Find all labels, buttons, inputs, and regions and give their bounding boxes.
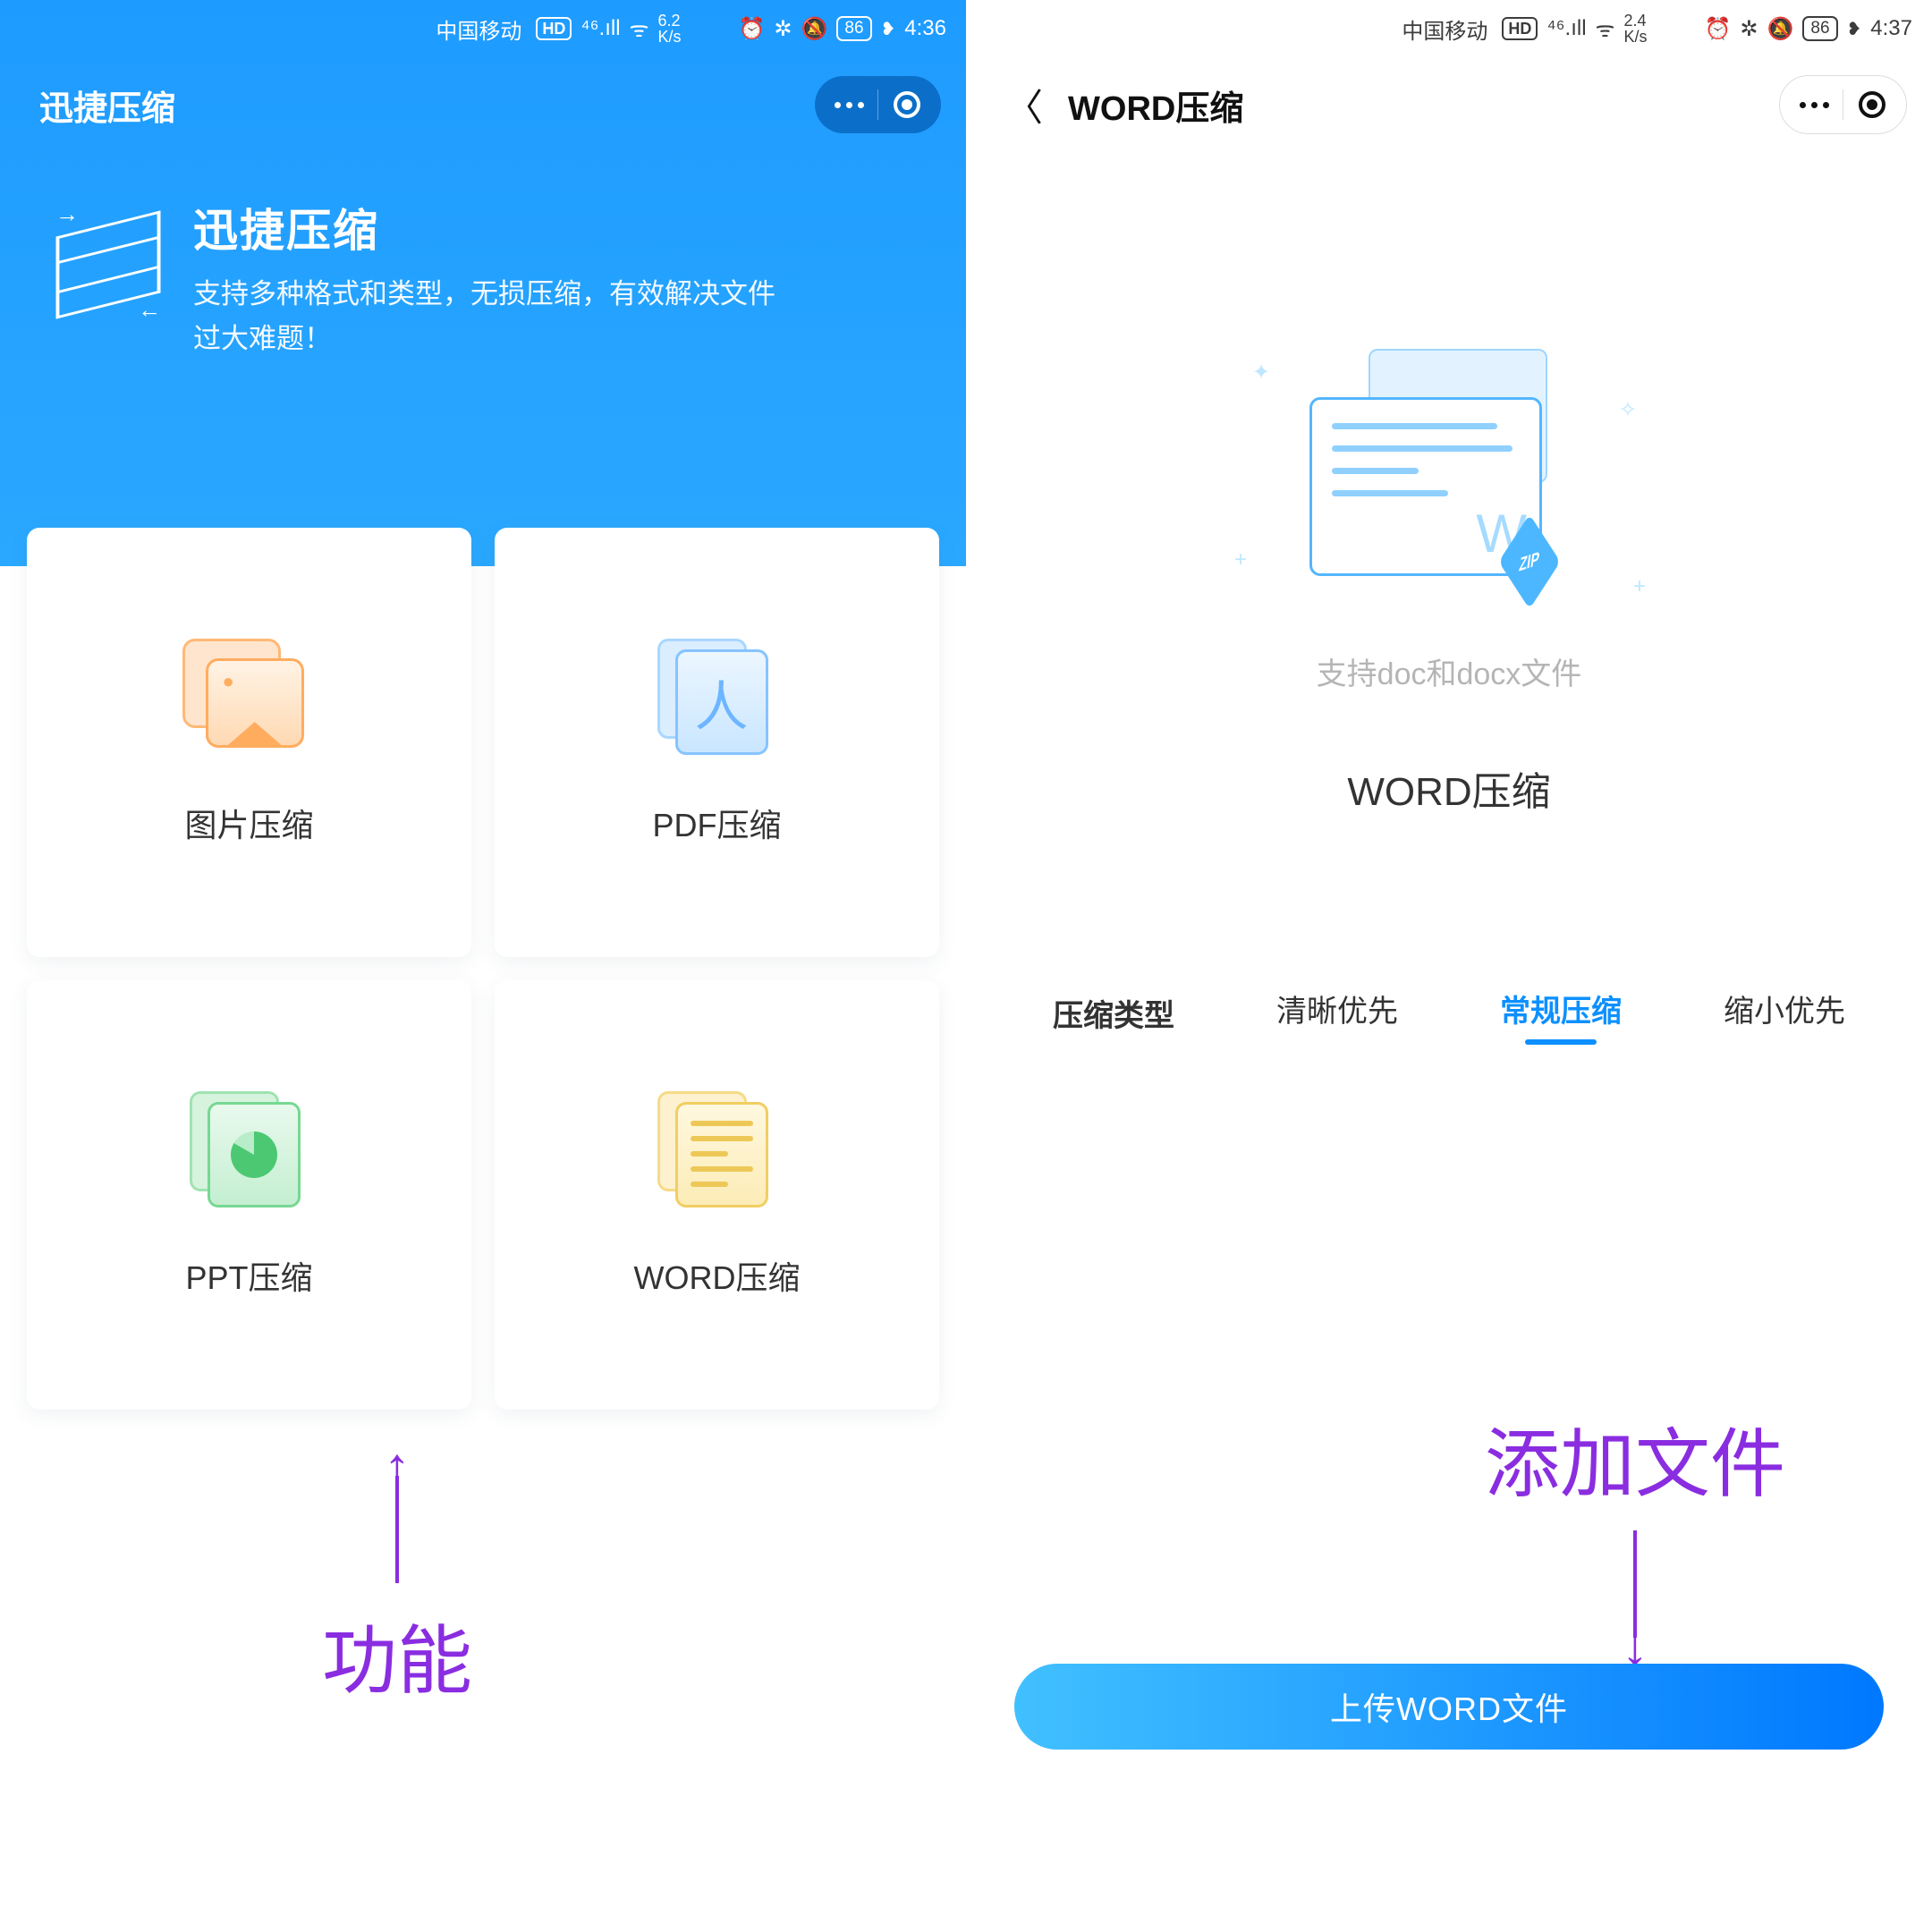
title-bar: 〈 WORD压缩 [966, 57, 1932, 152]
opt-smallest-first[interactable]: 缩小优先 [1724, 987, 1845, 1039]
battery-level: 86 [1802, 16, 1837, 41]
annotation-label: 功能 [322, 1601, 472, 1709]
card-label: PPT压缩 [185, 1252, 312, 1299]
annotation-add-file: 添加文件 ↓ [1485, 1404, 1785, 1674]
wifi-icon: ᯤ [1596, 14, 1615, 44]
upload-word-button[interactable]: 上传WORD文件 [1014, 1664, 1884, 1750]
bluetooth-icon: ✲ [1740, 16, 1758, 42]
hero-layers-icon: → ← [50, 204, 166, 320]
net-speed: 2.4K/s [1623, 13, 1647, 45]
mute-icon: 🔕 [1767, 16, 1793, 42]
alarm-icon: ⏰ [1704, 16, 1731, 42]
hd-badge: HD [536, 17, 572, 40]
header-gradient: 中国移动 HD ⁴⁶.ıll ᯤ 6.2K/s ⏰ ✲ 🔕 86 4:36 迅捷… [0, 0, 966, 566]
compress-type-label: 压缩类型 [1053, 991, 1174, 1035]
page-title: WORD压缩 [1068, 80, 1761, 130]
back-button[interactable]: 〈 [1005, 78, 1043, 132]
doc-illustration: ✦✧ ++ W ZIP [1270, 349, 1628, 617]
miniprogram-capsule [815, 76, 941, 133]
clock: 4:36 [904, 16, 946, 41]
compress-type-row: 压缩类型 清晰优先 常规压缩 缩小优先 [966, 987, 1932, 1039]
hero-title: 迅捷压缩 [193, 195, 801, 259]
wifi-icon: ᯤ [630, 14, 649, 44]
signal-icon: ⁴⁶.ıll [1546, 16, 1586, 41]
screen-word-compress: 中国移动 HD ⁴⁶.ıll ᯤ 2.4K/s ⏰ ✲ 🔕 86 4:37 〈 … [966, 0, 1932, 1932]
screen-home: 中国移动 HD ⁴⁶.ıll ᯤ 6.2K/s ⏰ ✲ 🔕 86 4:36 迅捷… [0, 0, 966, 1932]
support-text: 支持doc和docx文件 [966, 649, 1932, 693]
signal-icon: ⁴⁶.ıll [580, 16, 620, 41]
image-icon [182, 639, 317, 755]
word-icon [650, 1091, 784, 1208]
hd-badge: HD [1502, 17, 1538, 40]
annotation-label: 添加文件 [1485, 1404, 1785, 1513]
opt-clarity-first[interactable]: 清晰优先 [1276, 987, 1398, 1039]
ppt-icon [182, 1091, 317, 1208]
card-image-compress[interactable]: 图片压缩 [27, 528, 471, 957]
title-bar: 迅捷压缩 [0, 57, 966, 152]
alarm-icon: ⏰ [738, 16, 765, 42]
card-label: 图片压缩 [184, 800, 313, 846]
card-pdf-compress[interactable]: PDF压缩 [495, 528, 939, 957]
hero-subtitle: 支持多种格式和类型，无损压缩，有效解决文件过大难题！ [193, 272, 801, 360]
carrier: 中国移动 [436, 13, 521, 45]
battery-level: 86 [836, 16, 871, 41]
carrier: 中国移动 [1402, 13, 1487, 45]
status-bar: 中国移动 HD ⁴⁶.ıll ᯤ 2.4K/s ⏰ ✲ 🔕 86 4:37 [966, 0, 1932, 57]
close-miniprogram-button[interactable] [878, 81, 936, 128]
opt-normal-compress[interactable]: 常规压缩 [1500, 987, 1622, 1039]
power-save-icon [881, 16, 896, 41]
mute-icon: 🔕 [801, 16, 827, 42]
card-label: PDF压缩 [652, 800, 781, 846]
miniprogram-capsule [1779, 75, 1907, 134]
card-label: WORD压缩 [634, 1252, 801, 1299]
net-speed: 6.2K/s [657, 13, 681, 45]
power-save-icon [1847, 16, 1862, 41]
feature-grid: 图片压缩 PDF压缩 PPT压缩 WORD压缩 [27, 528, 939, 1410]
card-word-compress[interactable]: WORD压缩 [495, 980, 939, 1410]
section-title: WORD压缩 [966, 759, 1932, 817]
pdf-icon [650, 639, 784, 755]
status-bar: 中国移动 HD ⁴⁶.ıll ᯤ 6.2K/s ⏰ ✲ 🔕 86 4:36 [0, 0, 966, 57]
app-title: 迅捷压缩 [39, 80, 797, 130]
annotation-function: ↑ 功能 [322, 1440, 472, 1709]
more-button[interactable] [820, 81, 877, 128]
more-button[interactable] [1785, 81, 1843, 128]
hero: → ← 迅捷压缩 支持多种格式和类型，无损压缩，有效解决文件过大难题！ [0, 152, 966, 566]
card-ppt-compress[interactable]: PPT压缩 [27, 980, 471, 1410]
close-miniprogram-button[interactable] [1843, 81, 1901, 128]
bluetooth-icon: ✲ [774, 16, 792, 42]
clock: 4:37 [1870, 16, 1912, 41]
